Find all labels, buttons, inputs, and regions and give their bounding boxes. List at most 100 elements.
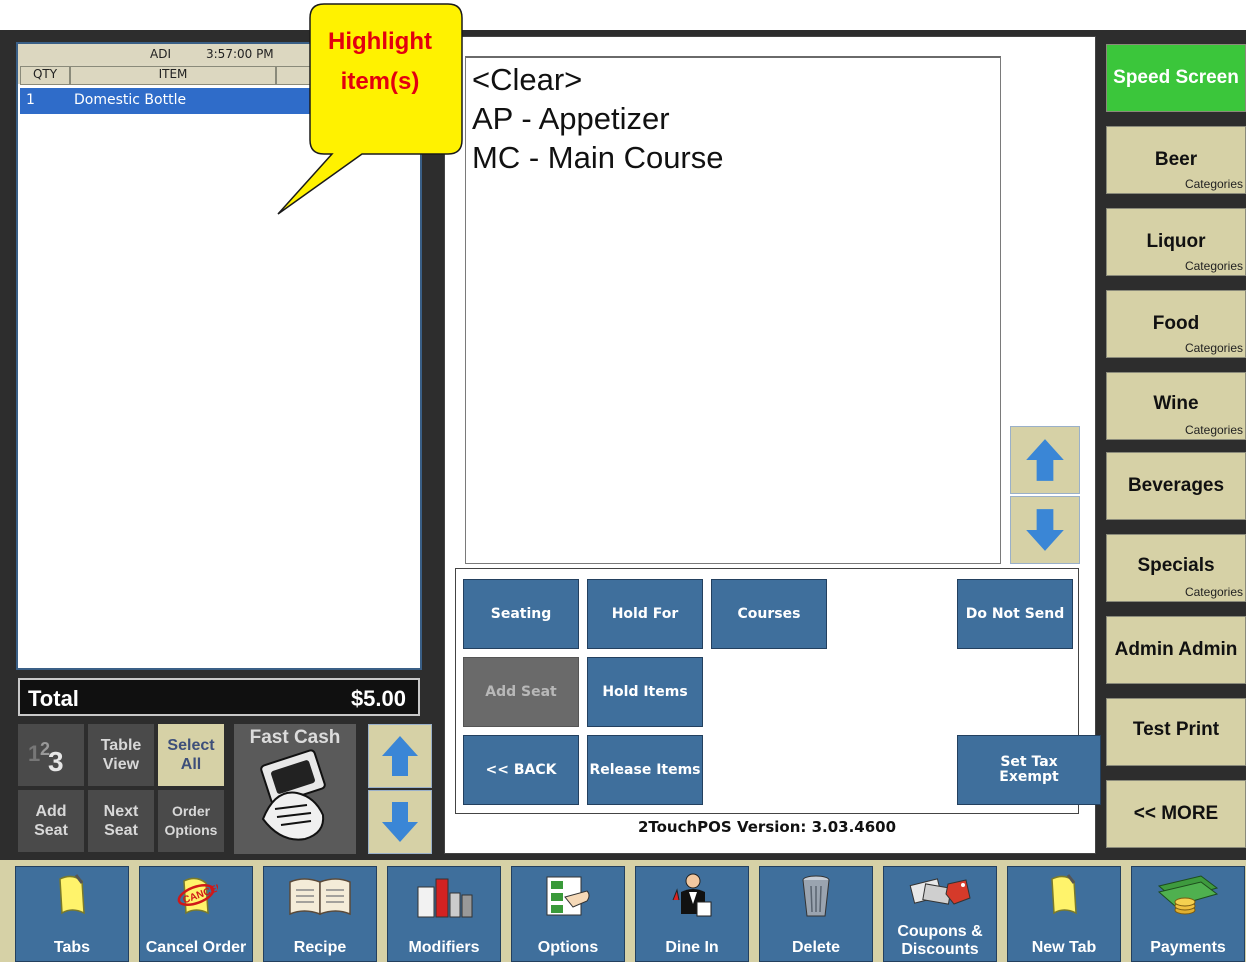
cancel-order-label: Cancel Order	[145, 939, 247, 956]
dine-in-label: Dine In	[665, 939, 719, 956]
header-user: ADI	[150, 47, 171, 61]
version-label: 2TouchPOS Version: 3.03.4600	[637, 818, 897, 836]
coupons-discounts-label: Coupons & Discounts	[897, 923, 983, 958]
order-scroll-up-button[interactable]	[368, 724, 432, 788]
liquor-category-button[interactable]: Liquor Categories	[1106, 208, 1246, 276]
fast-cash-label: Fast Cash	[249, 727, 341, 748]
speed-screen-button[interactable]: Speed Screen	[1106, 44, 1246, 112]
table-view-label: Table View	[100, 737, 142, 773]
new-tab-label: New Tab	[1031, 939, 1097, 956]
order-options-label: Order Options	[164, 803, 218, 838]
courses-button[interactable]: Courses	[711, 579, 827, 649]
admin-label: Admin Admin	[1114, 639, 1238, 660]
course-scroll-up-button[interactable]	[1010, 426, 1080, 494]
beverages-category-button[interactable]: Beverages	[1106, 452, 1246, 520]
recipe-label: Recipe	[293, 939, 347, 956]
liquor-sub: Categories	[1184, 259, 1243, 273]
set-tax-exempt-button[interactable]: Set Tax Exempt	[957, 735, 1101, 805]
wine-label: Wine	[1153, 393, 1199, 414]
money-icon	[1157, 875, 1219, 915]
order-scroll-down-button[interactable]	[368, 790, 432, 854]
numpad-123-icon: 1 2 3	[28, 739, 64, 775]
callout-text: Highlight item(s)	[318, 22, 442, 102]
next-seat-label: Next Seat	[103, 803, 139, 839]
cash-in-hand-icon	[260, 749, 326, 841]
arrow-down-icon	[382, 802, 418, 842]
qty-column-header[interactable]: QTY	[20, 66, 70, 85]
seating-button[interactable]: Seating	[463, 579, 579, 649]
dine-in-button[interactable]: Dine In	[635, 866, 749, 962]
total-value: $5.00	[350, 686, 406, 711]
add-seat-button[interactable]: Add Seat	[463, 657, 579, 727]
hold-items-button[interactable]: Hold Items	[587, 657, 703, 727]
delete-button[interactable]: Delete	[759, 866, 873, 962]
beer-category-button[interactable]: Beer Categories	[1106, 126, 1246, 194]
order-row-item: Domestic Bottle	[74, 92, 187, 108]
add-seat-small-button[interactable]: Add Seat	[18, 790, 84, 852]
svg-text:3: 3	[48, 746, 64, 775]
header-time: 3:57:00 PM	[206, 47, 274, 61]
select-all-button[interactable]: Select All	[158, 724, 224, 786]
delete-label: Delete	[791, 939, 841, 956]
book-icon	[289, 878, 351, 916]
cancel-stamp-icon: CANCEL	[177, 877, 218, 915]
course-item-clear[interactable]: <Clear>	[472, 62, 582, 98]
wine-category-button[interactable]: Wine Categories	[1106, 372, 1246, 440]
hold-for-button[interactable]: Hold For	[587, 579, 703, 649]
total-bar: Total $5.00	[18, 678, 420, 716]
trash-can-icon	[802, 875, 830, 917]
test-print-button[interactable]: Test Print	[1106, 698, 1246, 766]
specials-label: Specials	[1137, 555, 1215, 576]
more-button[interactable]: << MORE	[1106, 780, 1246, 848]
options-button[interactable]: Options	[511, 866, 625, 962]
item-column-header[interactable]: ITEM	[70, 66, 276, 85]
admin-user-button[interactable]: Admin Admin	[1106, 616, 1246, 684]
next-seat-button[interactable]: Next Seat	[88, 790, 154, 852]
fast-cash-button[interactable]: Fast Cash	[234, 724, 356, 854]
do-not-send-button[interactable]: Do Not Send	[957, 579, 1073, 649]
options-label: Options	[537, 939, 599, 956]
cancel-order-button[interactable]: CANCEL Cancel Order	[139, 866, 253, 962]
new-tab-button[interactable]: New Tab	[1007, 866, 1121, 962]
food-sub: Categories	[1184, 341, 1243, 355]
table-view-button[interactable]: Table View	[88, 724, 154, 786]
tabs-label: Tabs	[53, 939, 91, 956]
recipe-button[interactable]: Recipe	[263, 866, 377, 962]
course-item-main-course[interactable]: MC - Main Course	[472, 140, 724, 176]
order-row-qty: 1	[26, 92, 35, 108]
tabs-button[interactable]: Tabs	[15, 866, 129, 962]
release-items-button[interactable]: Release Items	[587, 735, 703, 805]
test-print-label: Test Print	[1132, 719, 1220, 740]
waiter-icon	[672, 873, 712, 917]
more-label: << MORE	[1133, 803, 1219, 824]
specials-category-button[interactable]: Specials Categories	[1106, 534, 1246, 602]
modifiers-button[interactable]: Modifiers	[387, 866, 501, 962]
callout-line2: item(s)	[340, 68, 420, 95]
food-label: Food	[1152, 313, 1200, 334]
speed-screen-label: Speed Screen	[1113, 67, 1239, 88]
course-scroll-down-button[interactable]	[1010, 496, 1080, 564]
course-item-appetizer[interactable]: AP - Appetizer	[472, 101, 670, 137]
order-options-button[interactable]: Order Options	[158, 790, 224, 852]
beer-sub: Categories	[1184, 177, 1243, 191]
modifiers-label: Modifiers	[408, 939, 480, 956]
total-label: Total	[28, 686, 79, 711]
arrow-up-icon	[1026, 439, 1064, 481]
back-button[interactable]: << BACK	[463, 735, 579, 805]
payments-label: Payments	[1150, 939, 1226, 956]
arrow-down-icon	[1026, 509, 1064, 551]
coupon-tag-icon	[909, 878, 971, 905]
note-icon	[1051, 874, 1077, 915]
payments-button[interactable]: Payments	[1131, 866, 1245, 962]
food-category-button[interactable]: Food Categories	[1106, 290, 1246, 358]
add-seat-small-label: Add Seat	[34, 803, 68, 839]
liquor-label: Liquor	[1146, 231, 1206, 252]
beverages-label: Beverages	[1127, 475, 1225, 496]
numpad-button[interactable]: 1 2 3	[18, 724, 84, 786]
note-icon	[59, 874, 85, 915]
course-list[interactable]: <Clear> AP - Appetizer MC - Main Course	[465, 56, 1001, 564]
coupons-discounts-button[interactable]: Coupons & Discounts	[883, 866, 997, 962]
specials-sub: Categories	[1184, 585, 1243, 599]
condiments-icon	[417, 878, 473, 918]
svg-text:1: 1	[28, 741, 40, 766]
